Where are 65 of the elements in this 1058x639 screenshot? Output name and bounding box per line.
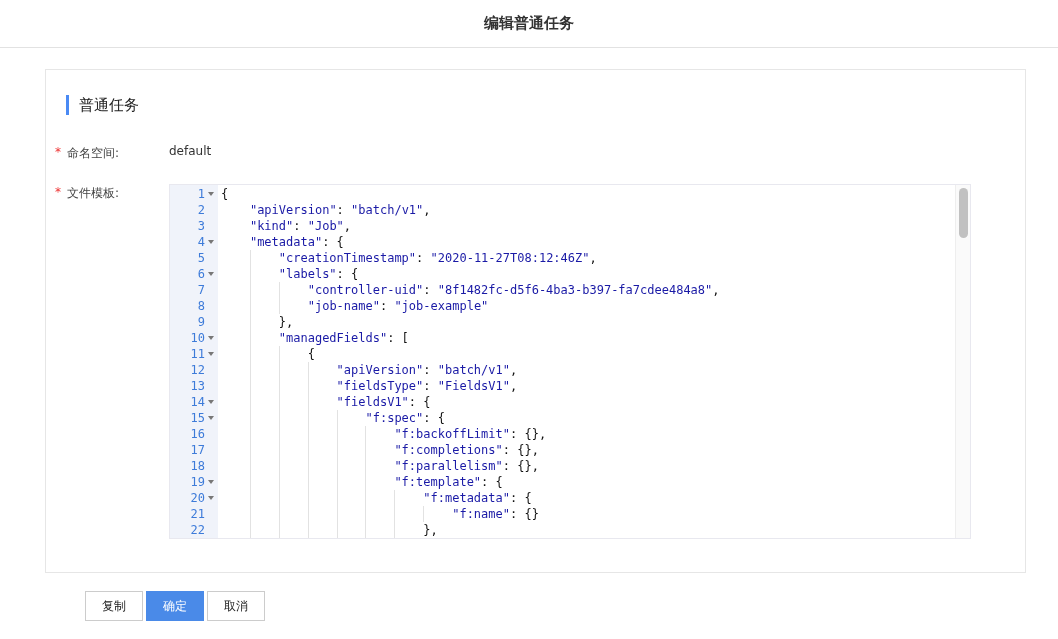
- line-number: 4: [197, 235, 205, 249]
- code-line: "job-name": "job-example": [221, 298, 489, 314]
- code-line: "f:backoffLimit": {},: [221, 426, 547, 442]
- code-line: "creationTimestamp": "2020-11-27T08:12:46Z",: [221, 250, 597, 266]
- fold-caret-icon[interactable]: [208, 336, 214, 340]
- section-title: 普通任务: [79, 95, 139, 115]
- action-button[interactable]: 复制: [85, 591, 143, 621]
- fold-caret-icon[interactable]: [208, 496, 214, 500]
- line-number: 2: [197, 203, 205, 217]
- line-number: 9: [197, 315, 205, 329]
- section-accent-bar: [66, 95, 69, 115]
- code-line: "f:name": {}: [221, 506, 539, 522]
- fold-caret-icon[interactable]: [208, 192, 214, 196]
- line-number: 5: [197, 251, 205, 265]
- required-asterisk: *: [55, 145, 61, 161]
- code-line: "managedFields": [: [221, 330, 409, 346]
- code-line: {: [221, 186, 229, 202]
- fold-caret-icon[interactable]: [208, 400, 214, 404]
- code-line: "apiVersion": "batch/v1",: [248, 202, 431, 218]
- code-line: "f:spec": {: [221, 410, 445, 426]
- line-number: 17: [190, 443, 205, 457]
- code-line: },: [221, 522, 438, 538]
- line-number: 14: [190, 395, 205, 409]
- line-number: 18: [190, 459, 205, 473]
- scrollbar-thumb[interactable]: [959, 188, 968, 238]
- line-number: 15: [190, 411, 205, 425]
- fold-caret-icon[interactable]: [208, 240, 214, 244]
- line-number: 13: [190, 379, 205, 393]
- fold-caret-icon[interactable]: [208, 416, 214, 420]
- field-label: 文件模板:: [67, 185, 120, 202]
- code-line: "controller-uid": "8f1482fc-d5f6-4ba3-b397-fa7cdee484a8",: [221, 282, 720, 298]
- action-button[interactable]: 取消: [207, 591, 265, 621]
- code-line: "kind": "Job",: [248, 218, 352, 234]
- line-number: 6: [197, 267, 205, 281]
- code-line: "f:parallelism": {},: [221, 458, 539, 474]
- line-number: 1: [197, 187, 205, 201]
- line-number: 12: [190, 363, 205, 377]
- line-number: 20: [190, 491, 205, 505]
- line-number: 16: [190, 427, 205, 441]
- code-line: "labels": {: [221, 266, 359, 282]
- required-asterisk: *: [55, 185, 61, 201]
- code-line: "f:completions": {},: [221, 442, 539, 458]
- code-line: "fieldsType": "FieldsV1",: [221, 378, 518, 394]
- field-label: 命名空间:: [67, 145, 120, 162]
- field-value: default: [169, 144, 212, 160]
- code-line: "fieldsV1": {: [221, 394, 431, 410]
- fold-caret-icon[interactable]: [208, 352, 214, 356]
- line-number: 21: [190, 507, 205, 521]
- line-number: 19: [190, 475, 205, 489]
- code-line: "f:template": {: [221, 474, 503, 490]
- code-line: "metadata": {: [248, 234, 344, 250]
- fold-caret-icon[interactable]: [208, 272, 214, 276]
- line-number: 8: [197, 299, 205, 313]
- code-line: "f:metadata": {: [221, 490, 532, 506]
- line-number: 11: [190, 347, 205, 361]
- line-number: 3: [197, 219, 205, 233]
- page-title: 编辑普通任务: [484, 14, 574, 33]
- line-number: 10: [190, 331, 205, 345]
- code-line: "apiVersion": "batch/v1",: [221, 362, 518, 378]
- fold-caret-icon[interactable]: [208, 480, 214, 484]
- line-number: 22: [190, 523, 205, 537]
- code-editor[interactable]: [169, 184, 971, 539]
- code-line: },: [221, 314, 294, 330]
- line-number: 7: [197, 283, 205, 297]
- code-line: {: [221, 346, 315, 362]
